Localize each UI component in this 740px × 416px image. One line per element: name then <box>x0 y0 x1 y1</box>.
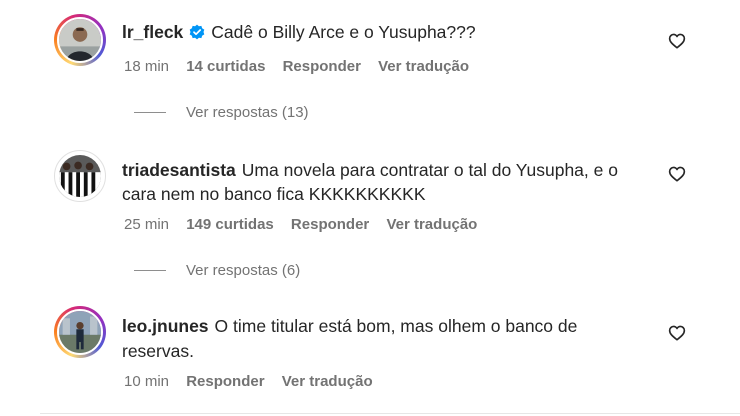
avatar-photo <box>57 17 103 63</box>
comment-meta: 10 min Responder Ver tradução <box>124 373 386 390</box>
comment-time: 18 min <box>124 58 170 75</box>
avatar-photo <box>57 309 103 355</box>
verified-badge-icon <box>189 24 205 40</box>
comment-body-line-2: reservas. <box>122 341 194 361</box>
bottom-divider <box>40 413 740 414</box>
comment-text-line-1: leo.jnunes O time titular está bom, mas o… <box>122 314 577 339</box>
heart-outline-icon[interactable] <box>668 324 686 342</box>
username[interactable]: lr_fleck <box>122 22 183 42</box>
username[interactable]: leo.jnunes <box>122 316 209 336</box>
comment-time: 25 min <box>124 216 170 233</box>
replies-divider <box>134 270 166 271</box>
likes-count[interactable]: 149 curtidas <box>186 216 274 233</box>
view-replies-button[interactable]: Ver respostas (13) <box>134 104 309 121</box>
comment-body-line-1: Uma novela para contratar o tal do Yusup… <box>241 160 618 180</box>
avatar[interactable] <box>54 306 106 358</box>
username[interactable]: triadesantista <box>122 160 236 180</box>
heart-outline-icon[interactable] <box>668 32 686 50</box>
avatar[interactable] <box>54 150 106 202</box>
reply-button[interactable]: Responder <box>291 216 369 233</box>
reply-button[interactable]: Responder <box>283 58 361 75</box>
avatar[interactable] <box>54 14 106 66</box>
avatar-photo <box>59 155 101 197</box>
reply-button[interactable]: Responder <box>186 373 264 390</box>
view-replies-button[interactable]: Ver respostas (6) <box>134 262 300 279</box>
view-replies-label[interactable]: Ver respostas (13) <box>186 104 309 121</box>
translate-button[interactable]: Ver tradução <box>378 58 469 75</box>
replies-divider <box>134 112 166 113</box>
comment-text: lr_fleck Cadê o Billy Arce e o Yusupha??? <box>122 20 476 45</box>
comment-body: Cadê o Billy Arce e o Yusupha??? <box>211 22 476 42</box>
comment-body-line-1: O time titular está bom, mas olhem o ban… <box>214 316 578 336</box>
view-replies-label[interactable]: Ver respostas (6) <box>186 262 300 279</box>
heart-outline-icon[interactable] <box>668 165 686 183</box>
comment-text-line-2: reservas. <box>122 339 194 364</box>
comment-time: 10 min <box>124 373 170 390</box>
comment-text-line-1: triadesantista Uma novela para contratar … <box>122 158 618 183</box>
comment-meta: 18 min 14 curtidas Responder Ver traduçã… <box>124 58 482 75</box>
translate-button[interactable]: Ver tradução <box>282 373 373 390</box>
comment-body-line-2: cara nem no banco fica KKKKKKKKKK <box>122 184 426 204</box>
likes-count[interactable]: 14 curtidas <box>186 58 265 75</box>
comment-text-line-2: cara nem no banco fica KKKKKKKKKK <box>122 182 426 207</box>
translate-button[interactable]: Ver tradução <box>386 216 477 233</box>
comment-meta: 25 min 149 curtidas Responder Ver traduç… <box>124 216 490 233</box>
